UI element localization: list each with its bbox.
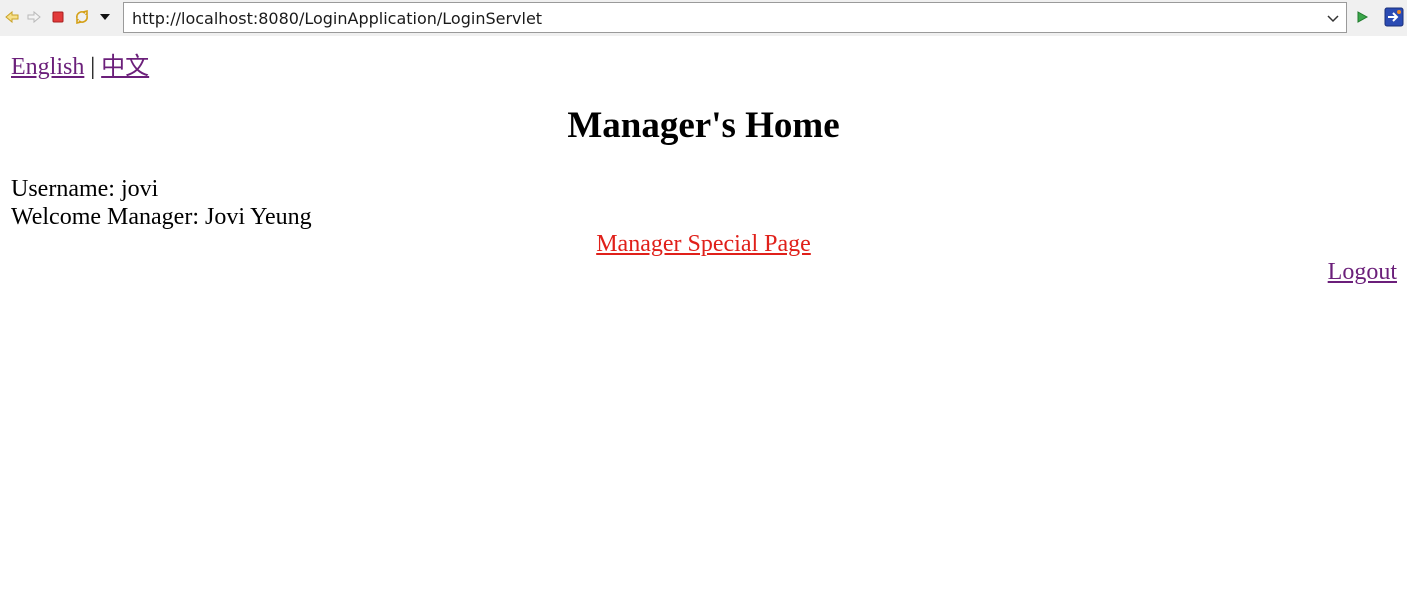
address-bar[interactable]: http://localhost:8080/LoginApplication/L… xyxy=(123,2,1347,33)
logout-row: Logout xyxy=(1328,259,1397,286)
page-content: English | 中文 Manager's Home Username: jo… xyxy=(0,36,1407,597)
go-icon[interactable] xyxy=(1353,8,1371,26)
url-dropdown-icon[interactable] xyxy=(1326,11,1340,25)
menu-dropdown-icon[interactable] xyxy=(96,8,114,26)
manager-special-page-link[interactable]: Manager Special Page xyxy=(596,231,811,257)
stop-icon[interactable] xyxy=(49,8,67,26)
page-title: Manager's Home xyxy=(567,105,840,146)
external-browser-icon[interactable] xyxy=(1384,7,1404,27)
chinese-link[interactable]: 中文 xyxy=(101,54,149,80)
logout-link[interactable]: Logout xyxy=(1328,259,1397,285)
back-icon[interactable] xyxy=(3,8,21,26)
refresh-icon[interactable] xyxy=(73,8,91,26)
special-link-row: Manager Special Page xyxy=(0,231,1407,258)
language-switcher: English | 中文 xyxy=(11,46,149,81)
url-input[interactable]: http://localhost:8080/LoginApplication/L… xyxy=(132,9,542,28)
language-separator: | xyxy=(90,54,96,80)
username-text: Username: jovi xyxy=(11,176,159,202)
english-link[interactable]: English xyxy=(11,54,84,80)
forward-icon[interactable] xyxy=(25,8,43,26)
browser-toolbar: http://localhost:8080/LoginApplication/L… xyxy=(0,0,1407,36)
welcome-text: Welcome Manager: Jovi Yeung xyxy=(11,204,312,230)
